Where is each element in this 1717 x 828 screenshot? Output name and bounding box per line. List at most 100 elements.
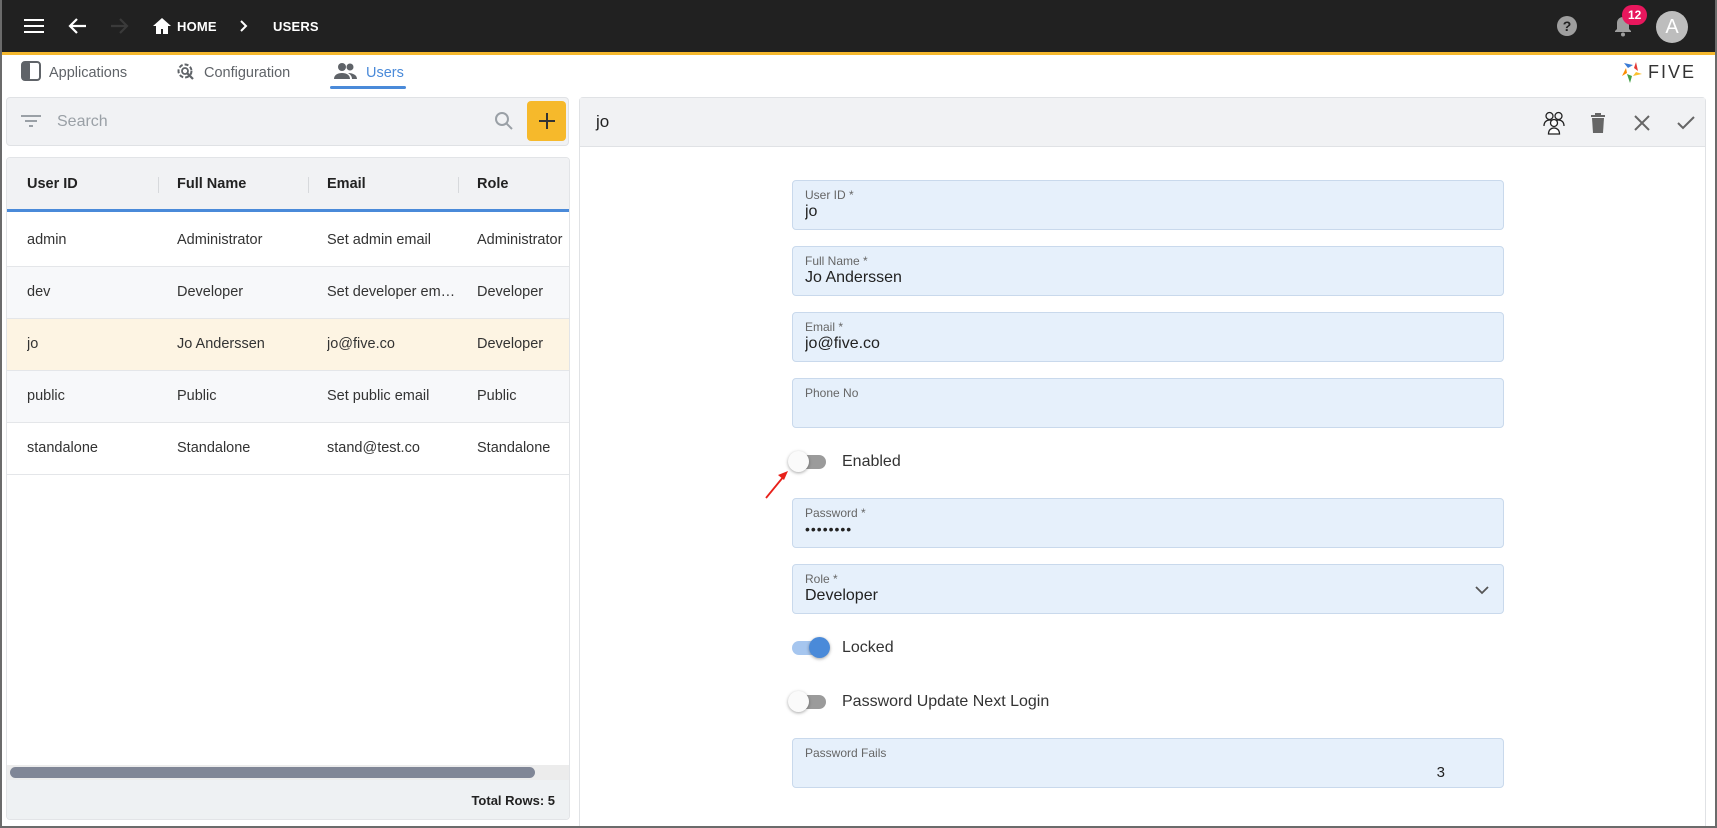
cell-email: jo@five.co <box>327 336 395 352</box>
switch-thumb <box>788 451 809 472</box>
table-footer: Total Rows: 5 <box>7 780 569 819</box>
password-update-toggle[interactable]: Password Update Next Login <box>788 688 1049 716</box>
user-id-input[interactable] <box>805 203 1465 221</box>
horizontal-scrollbar-thumb[interactable] <box>10 767 535 778</box>
enabled-toggle[interactable]: Enabled <box>788 448 901 476</box>
search-icon[interactable] <box>494 111 514 136</box>
column-divider[interactable] <box>158 177 159 193</box>
table-row[interactable]: dev Developer Set developer em… Develope… <box>7 267 569 319</box>
cell-role: Administrator <box>477 232 563 248</box>
column-header-role[interactable]: Role <box>477 176 508 192</box>
filter-icon[interactable] <box>21 113 41 134</box>
configuration-gear-icon <box>174 60 196 86</box>
home-icon[interactable] <box>148 12 176 40</box>
notification-badge[interactable]: 12 <box>1622 5 1648 25</box>
search-input[interactable] <box>57 108 487 136</box>
column-header-full-name[interactable]: Full Name <box>177 176 246 192</box>
password-input[interactable]: •••••••• <box>805 521 1465 537</box>
password-fails-label: Password Fails <box>805 746 887 760</box>
cell-full-name: Jo Anderssen <box>177 336 265 352</box>
avatar[interactable]: A <box>1656 11 1688 43</box>
total-rows: Total Rows: 5 <box>471 793 555 808</box>
chevron-down-icon[interactable] <box>1473 581 1491 599</box>
cell-role: Public <box>477 388 517 404</box>
email-field[interactable]: Email * <box>792 312 1504 362</box>
cell-user-id: admin <box>27 232 67 248</box>
email-input[interactable] <box>805 335 1465 353</box>
active-tab-indicator <box>330 86 406 89</box>
full-name-label: Full Name * <box>805 254 868 268</box>
help-icon[interactable]: ? <box>1553 12 1581 40</box>
phone-field[interactable]: Phone No <box>792 378 1504 428</box>
cell-email: Set developer em… <box>327 284 456 300</box>
cell-user-id: jo <box>27 336 39 352</box>
column-divider[interactable] <box>458 177 459 193</box>
cell-email: Set public email <box>327 388 430 404</box>
tab-applications-label: Applications <box>49 65 128 81</box>
table-row[interactable]: standalone Standalone stand@test.co Stan… <box>7 423 569 475</box>
back-arrow-icon[interactable] <box>64 12 92 40</box>
role-select[interactable]: Role * Developer <box>792 564 1504 614</box>
user-id-field[interactable]: User ID * <box>792 180 1504 230</box>
cell-email: stand@test.co <box>327 440 420 456</box>
user-roles-icon[interactable] <box>1539 108 1569 138</box>
search-bar <box>6 97 569 146</box>
switch-thumb <box>809 637 830 658</box>
password-fails-input[interactable] <box>805 764 1445 781</box>
tab-users[interactable]: Users <box>334 58 404 88</box>
full-name-field[interactable]: Full Name * <box>792 246 1504 296</box>
column-header-user-id[interactable]: User ID <box>27 176 78 192</box>
table-row-selected[interactable]: jo Jo Anderssen jo@five.co Developer <box>7 319 569 371</box>
five-logo-text: FIVE <box>1648 61 1697 82</box>
cell-user-id: dev <box>27 284 51 300</box>
forward-arrow-icon[interactable] <box>105 12 133 40</box>
locked-toggle[interactable]: Locked <box>792 634 894 662</box>
users-icon <box>334 62 358 84</box>
table-row[interactable]: public Public Set public email Public <box>7 371 569 423</box>
table-row[interactable]: admin Administrator Set admin email Admi… <box>7 215 569 267</box>
tab-users-label: Users <box>366 65 404 81</box>
cell-full-name: Public <box>177 388 217 404</box>
detail-title: jo <box>596 112 610 131</box>
breadcrumb-home[interactable]: HOME <box>177 19 217 34</box>
password-update-switch[interactable] <box>788 691 826 712</box>
appbar-accent-line <box>0 52 1717 55</box>
menu-icon[interactable] <box>20 12 48 40</box>
column-divider[interactable] <box>308 177 309 193</box>
column-header-email[interactable]: Email <box>327 176 366 192</box>
close-icon[interactable] <box>1627 108 1657 138</box>
app-bar: HOME USERS ? 12 A <box>0 0 1717 52</box>
switch-thumb <box>788 691 809 712</box>
locked-switch[interactable] <box>792 637 830 658</box>
delete-icon[interactable] <box>1583 108 1613 138</box>
tab-configuration[interactable]: Configuration <box>174 58 290 88</box>
phone-input[interactable] <box>805 401 1465 419</box>
cell-user-id: standalone <box>27 440 98 456</box>
role-value: Developer <box>805 587 878 604</box>
password-label: Password * <box>805 506 866 520</box>
role-label: Role * <box>805 572 838 586</box>
tab-applications[interactable]: Applications <box>21 58 127 88</box>
enabled-switch[interactable] <box>788 451 826 472</box>
five-logo-mark-icon <box>1622 62 1642 83</box>
plus-icon <box>538 113 555 129</box>
password-fails-field[interactable]: Password Fails <box>792 738 1504 788</box>
password-field[interactable]: Password * •••••••• <box>792 498 1504 548</box>
users-table: User ID Full Name Email Role admin Admin… <box>6 157 570 820</box>
five-logo: FIVE <box>1620 60 1696 84</box>
email-label: Email * <box>805 320 844 334</box>
add-user-button[interactable] <box>527 101 566 141</box>
applications-icon <box>21 61 41 85</box>
cell-full-name: Standalone <box>177 440 251 456</box>
full-name-input[interactable] <box>805 269 1465 287</box>
user-id-label: User ID * <box>805 188 854 202</box>
breadcrumb-users[interactable]: USERS <box>273 19 319 34</box>
chevron-right-icon <box>230 12 258 40</box>
save-check-icon[interactable] <box>1671 108 1701 138</box>
cell-full-name: Administrator <box>177 232 263 248</box>
cell-role: Developer <box>477 336 544 352</box>
svg-text:?: ? <box>1563 18 1572 34</box>
cell-role: Developer <box>477 284 544 300</box>
phone-label: Phone No <box>805 386 859 400</box>
enabled-label: Enabled <box>842 453 901 470</box>
